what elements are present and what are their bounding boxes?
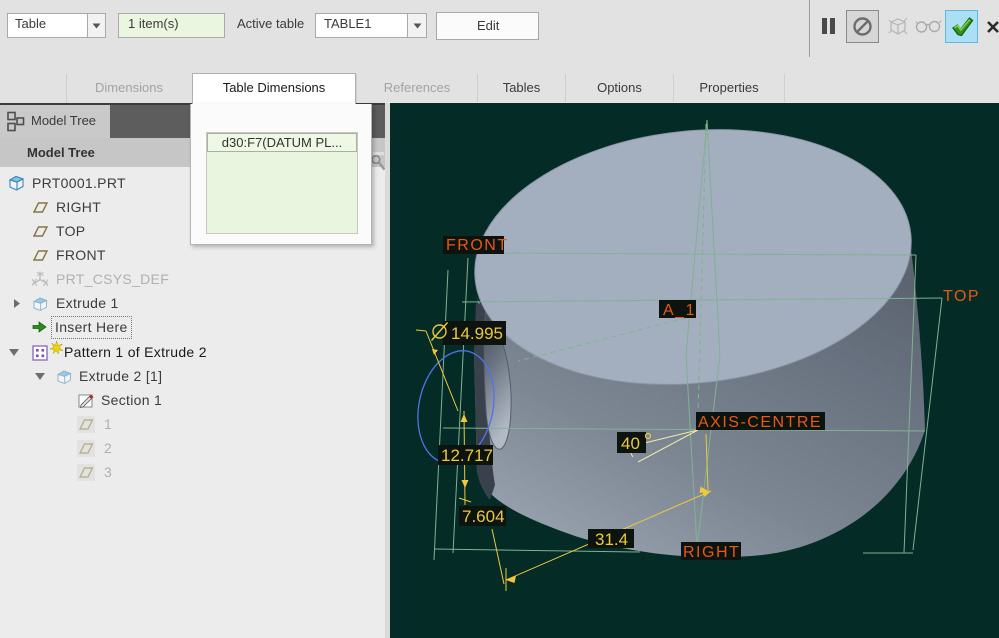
svg-text:14.995: 14.995	[451, 324, 503, 343]
svg-text:31.4: 31.4	[595, 530, 628, 549]
svg-text:40: 40	[621, 434, 640, 453]
svg-text:AXIS-CENTRE: AXIS-CENTRE	[698, 414, 822, 431]
svg-text:A_1: A_1	[663, 302, 696, 319]
svg-text:RIGHT: RIGHT	[683, 544, 740, 561]
svg-text:TOP: TOP	[943, 288, 980, 305]
svg-text:FRONT: FRONT	[446, 237, 509, 254]
svg-text:12.717: 12.717	[441, 446, 493, 465]
svg-text:7.604: 7.604	[462, 507, 505, 526]
